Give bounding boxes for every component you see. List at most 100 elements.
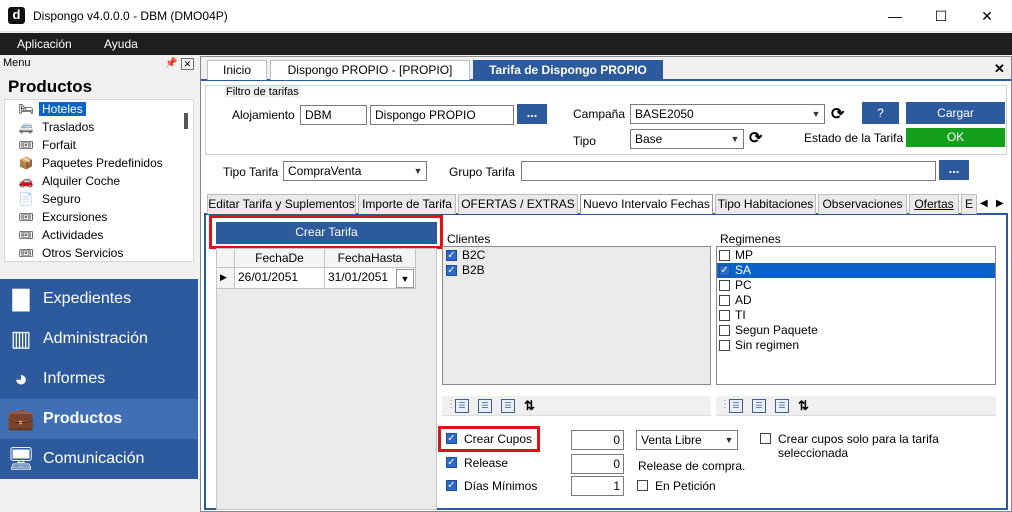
briefcase-icon: 💼: [7, 406, 35, 431]
campana-select[interactable]: BASE2050 ▼: [630, 104, 825, 124]
regimen-segun-paquete[interactable]: Segun Paquete: [717, 323, 995, 338]
tab-inicio[interactable]: Inicio: [207, 60, 267, 80]
sidebar-item-hoteles[interactable]: 🛏 Hoteles: [18, 101, 188, 119]
checkbox-icon[interactable]: [719, 250, 730, 261]
sort-icon[interactable]: ⇅: [524, 398, 535, 414]
regimen-label: Sin regimen: [735, 338, 800, 352]
checkbox-checked-icon[interactable]: ✓: [719, 265, 730, 276]
en-peticion-checkbox[interactable]: [637, 480, 648, 491]
tipo-tarifa-select[interactable]: CompraVenta ▼: [283, 161, 427, 181]
tab-dispongo-propio[interactable]: Dispongo PROPIO - [PROPIO]: [270, 60, 470, 80]
nav-productos[interactable]: 💼 Productos: [0, 399, 198, 439]
tab-tipo-habitaciones[interactable]: Tipo Habitaciones: [715, 194, 816, 214]
close-icon[interactable]: ✕: [181, 58, 194, 70]
select-none-icon[interactable]: ☰: [478, 399, 492, 413]
grid-header-fechade[interactable]: FechaDe: [235, 249, 325, 268]
regimen-sin-regimen[interactable]: Sin regimen: [717, 338, 995, 353]
regimen-pc[interactable]: PC: [717, 278, 995, 293]
checkbox-icon[interactable]: [719, 325, 730, 336]
help-button[interactable]: ?: [862, 102, 899, 124]
cliente-b2b[interactable]: ✓ B2B: [444, 263, 704, 278]
grupo-tarifa-browse-button[interactable]: ...: [939, 160, 969, 180]
sidebar-item-traslados[interactable]: 🚐 Traslados: [18, 119, 188, 137]
van-icon: 🚐: [18, 120, 34, 134]
nav-administracion[interactable]: ▥ Administración: [0, 319, 198, 359]
minimize-button[interactable]: —: [872, 0, 918, 32]
cliente-b2c[interactable]: ✓ B2C: [444, 248, 704, 263]
release-compra-label: Release de compra.: [638, 459, 746, 473]
dias-minimos-input[interactable]: 1: [571, 476, 624, 496]
tab-observaciones[interactable]: Observaciones: [818, 194, 907, 214]
nav-comunicacion[interactable]: 🖥 Comunicación: [0, 439, 198, 479]
regimen-ad[interactable]: AD: [717, 293, 995, 308]
folder-icon: ▇: [12, 286, 30, 311]
sidebar-item-actividades[interactable]: 🎟 Actividades: [18, 227, 188, 245]
invert-selection-icon[interactable]: ☰: [775, 399, 789, 413]
sidebar-item-alquiler-coche[interactable]: 🚗 Alquiler Coche: [18, 173, 188, 191]
nav-expedientes[interactable]: ▇ Expedientes: [0, 279, 198, 319]
tab-importe-tarifa[interactable]: Importe de Tarifa: [358, 194, 456, 214]
row-indicator-icon: ▶: [217, 268, 235, 289]
menu-ayuda[interactable]: Ayuda: [104, 37, 138, 51]
grid-corner: [217, 249, 235, 268]
crear-cupos-checkbox[interactable]: ✓: [446, 433, 457, 444]
tipo-select[interactable]: Base ▼: [630, 129, 744, 149]
crear-cupos-solo-checkbox[interactable]: [760, 433, 771, 444]
release-input[interactable]: 0: [571, 454, 624, 474]
alojamiento-code-input[interactable]: DBM: [300, 105, 367, 125]
tab-nuevo-intervalo-fechas[interactable]: Nuevo Intervalo Fechas: [580, 194, 713, 214]
sidebar-item-paquetes[interactable]: 📦 Paquetes Predefinidos: [18, 155, 188, 173]
tab-tarifa[interactable]: Tarifa de Dispongo PROPIO: [473, 60, 663, 80]
document-icon: 📄: [18, 192, 34, 206]
maximize-button[interactable]: ☐: [918, 0, 964, 32]
nav-label: Productos: [43, 410, 123, 427]
pin-icon[interactable]: 📌: [165, 58, 178, 70]
release-checkbox[interactable]: ✓: [446, 457, 457, 468]
venta-select[interactable]: Venta Libre ▼: [636, 430, 738, 450]
campana-value: BASE2050: [635, 107, 694, 121]
dias-minimos-checkbox[interactable]: ✓: [446, 480, 457, 491]
scroll-right-icon[interactable]: ▶: [996, 198, 1004, 209]
regimen-sa[interactable]: ✓ SA: [717, 263, 995, 278]
checkbox-icon[interactable]: [719, 340, 730, 351]
nav-informes[interactable]: ◕ Informes: [0, 359, 198, 399]
tab-ofertas[interactable]: Ofertas: [909, 194, 959, 214]
select-none-icon[interactable]: ☰: [752, 399, 766, 413]
refresh-icon[interactable]: ⟳: [749, 131, 762, 147]
select-all-icon[interactable]: ☰: [455, 399, 469, 413]
cargar-button[interactable]: Cargar: [906, 102, 1005, 124]
sidebar-title: Productos: [8, 77, 93, 96]
grupo-tarifa-input[interactable]: [521, 161, 936, 181]
clientes-label: Clientes: [447, 232, 491, 246]
select-all-icon[interactable]: ☰: [729, 399, 743, 413]
regimen-label: TI: [735, 308, 746, 322]
invert-selection-icon[interactable]: ☰: [501, 399, 515, 413]
cell-fechade[interactable]: 26/01/2051: [235, 268, 325, 289]
tab-editar-tarifa[interactable]: Editar Tarifa y Suplementos: [207, 194, 356, 214]
sidebar-item-forfait[interactable]: 🎟 Forfait: [18, 137, 188, 155]
checkbox-checked-icon[interactable]: ✓: [446, 265, 457, 276]
close-window-button[interactable]: ✕: [964, 0, 1010, 32]
tab-truncated[interactable]: E: [961, 194, 977, 214]
en-peticion-label: En Petición: [655, 479, 716, 493]
checkbox-icon[interactable]: [719, 310, 730, 321]
sort-icon[interactable]: ⇅: [798, 398, 809, 414]
checkbox-checked-icon[interactable]: ✓: [446, 250, 457, 261]
crear-cupos-input[interactable]: 0: [571, 430, 624, 450]
sidebar-item-excursiones[interactable]: 🎟 Excursiones: [18, 209, 188, 227]
sidebar-item-otros-servicios[interactable]: 🎟 Otros Servicios: [18, 245, 188, 263]
date-dropdown-icon[interactable]: ▼: [396, 269, 414, 288]
close-tab-button[interactable]: ✕: [994, 61, 1005, 77]
regimen-ti[interactable]: TI: [717, 308, 995, 323]
regimen-mp[interactable]: MP: [717, 248, 995, 263]
scroll-left-icon[interactable]: ◀: [980, 198, 988, 209]
sidebar-item-seguro[interactable]: 📄 Seguro: [18, 191, 188, 209]
grid-header-fechahasta[interactable]: FechaHasta: [325, 249, 416, 268]
alojamiento-name-input[interactable]: Dispongo PROPIO: [370, 105, 514, 125]
tab-ofertas-extras[interactable]: OFERTAS / EXTRAS: [458, 194, 578, 214]
checkbox-icon[interactable]: [719, 295, 730, 306]
alojamiento-browse-button[interactable]: ...: [517, 104, 547, 124]
menu-aplicacion[interactable]: Aplicación: [17, 37, 72, 51]
refresh-icon[interactable]: ⟳: [831, 107, 844, 123]
checkbox-icon[interactable]: [719, 280, 730, 291]
